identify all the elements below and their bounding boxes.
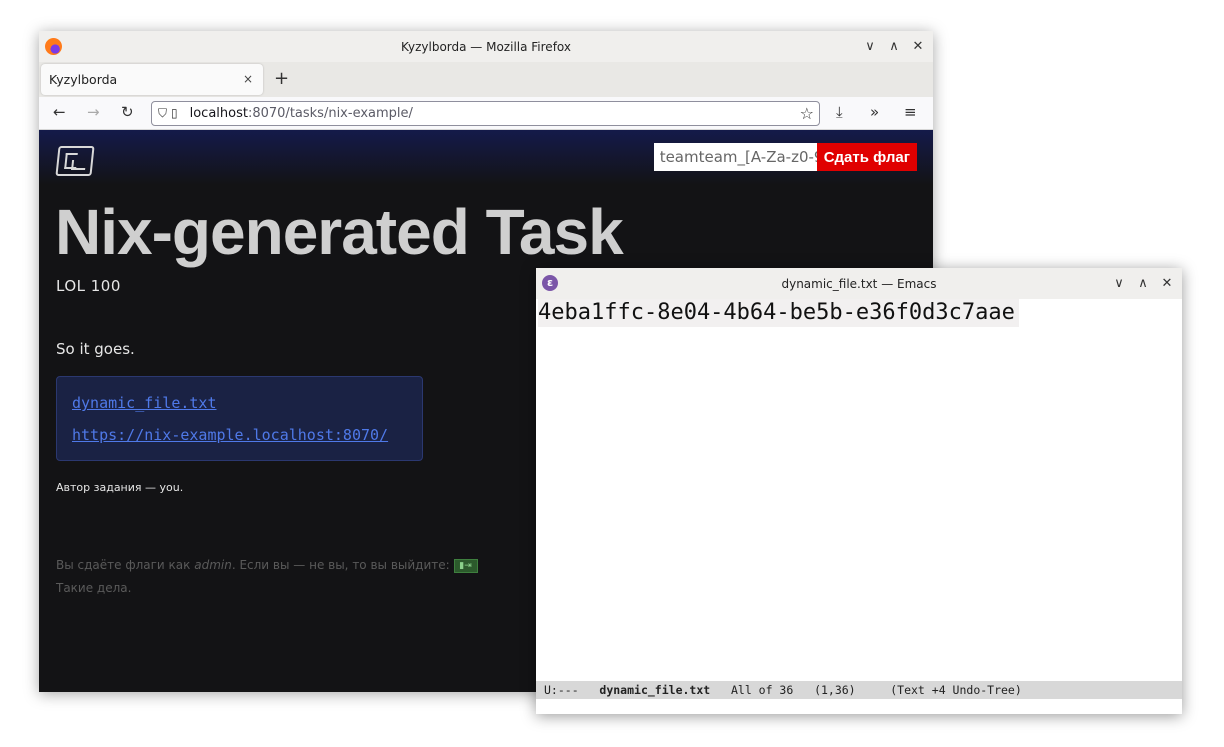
firefox-window-title: Kyzylborda — Mozilla Firefox <box>401 39 571 54</box>
logout-icon[interactable]: ▮⇥ <box>453 558 478 573</box>
menu-icon[interactable]: ≡ <box>904 103 917 121</box>
new-tab-button[interactable]: + <box>274 68 289 89</box>
emacs-modeline: U:--- dynamic_file.txt All of 36 (1,36) … <box>536 681 1182 699</box>
url-bar[interactable]: ⛉▯ localhost:8070/tasks/nix-example/ ☆ <box>151 101 820 126</box>
flag-form: Сдать флаг <box>653 143 917 171</box>
tab-bar: Kyzylborda × + <box>39 62 933 97</box>
footer-suffix: . Если вы — не вы, то вы выйдите: <box>231 558 450 572</box>
minimize-icon[interactable]: ∨ <box>1112 276 1126 291</box>
task-score: LOL 100 <box>56 277 121 295</box>
tab-kyzylborda[interactable]: Kyzylborda × <box>41 64 263 95</box>
modeline-cursor: (1,36) <box>814 683 856 697</box>
modeline-status: U:--- <box>544 683 579 697</box>
modeline-position: All of 36 <box>730 683 794 697</box>
task-author: Автор задания — you. <box>56 481 184 494</box>
emacs-buffer[interactable]: 4eba1ffc-8e04-4b64-be5b-e36f0d3c7aae <box>536 299 1182 681</box>
footer-login-info: Вы сдаёте флаги как admin. Если вы — не … <box>56 558 478 573</box>
emacs-window: ε dynamic_file.txt — Emacs ∨ ∧ ✕ 4eba1ff… <box>536 268 1182 714</box>
close-icon[interactable]: ✕ <box>1160 276 1174 291</box>
file-link-dynamic-file[interactable]: dynamic_file.txt <box>72 394 217 412</box>
tab-close-icon[interactable]: × <box>243 72 253 86</box>
close-icon[interactable]: ✕ <box>911 39 925 54</box>
emacs-window-title: dynamic_file.txt — Emacs <box>781 276 937 291</box>
flag-input[interactable] <box>653 143 817 171</box>
service-link[interactable]: https://nix-example.localhost:8070/ <box>72 426 388 444</box>
back-icon[interactable]: ← <box>53 103 66 121</box>
emacs-window-controls: ∨ ∧ ✕ <box>1112 268 1174 299</box>
submit-flag-button[interactable]: Сдать флаг <box>816 143 917 171</box>
task-description: So it goes. <box>56 340 135 358</box>
modeline-modes: (Text +4 Undo-Tree) <box>890 683 1022 697</box>
emacs-logo-icon: ε <box>542 275 558 291</box>
url-path: :8070/tasks/nix-example/ <box>247 106 413 121</box>
maximize-icon[interactable]: ∧ <box>887 39 901 54</box>
minimize-icon[interactable]: ∨ <box>863 39 877 54</box>
url-host: localhost <box>189 106 248 121</box>
maximize-icon[interactable]: ∧ <box>1136 276 1150 291</box>
site-logo[interactable] <box>55 146 95 176</box>
bookmark-star-icon[interactable]: ☆ <box>800 104 814 123</box>
firefox-titlebar[interactable]: Kyzylborda — Mozilla Firefox ∨ ∧ ✕ <box>39 31 933 62</box>
site-header: Сдать флаг <box>39 130 933 185</box>
navigation-bar: ← → ↻ ⛉▯ localhost:8070/tasks/nix-exampl… <box>39 97 933 130</box>
task-title: Nix-generated Task <box>55 196 624 268</box>
modeline-buffer-name: dynamic_file.txt <box>599 683 711 697</box>
shield-page-icon[interactable]: ⛉▯ <box>158 106 182 121</box>
footer-username: admin <box>194 558 232 572</box>
footer-prefix: Вы сдаёте флаги как <box>56 558 191 572</box>
emacs-titlebar[interactable]: ε dynamic_file.txt — Emacs ∨ ∧ ✕ <box>536 268 1182 299</box>
reload-icon[interactable]: ↻ <box>121 103 134 121</box>
download-icon[interactable]: ⤓ <box>836 103 843 121</box>
overflow-icon[interactable]: » <box>870 103 879 121</box>
emacs-echo-area <box>536 699 1182 714</box>
forward-icon[interactable]: → <box>87 103 100 121</box>
task-files-box: dynamic_file.txt https://nix-example.loc… <box>56 376 423 461</box>
footer-line2: Такие дела. <box>56 581 132 595</box>
firefox-window-controls: ∨ ∧ ✕ <box>863 31 925 62</box>
tab-label: Kyzylborda <box>49 72 118 87</box>
firefox-logo-icon <box>45 38 62 55</box>
buffer-line[interactable]: 4eba1ffc-8e04-4b64-be5b-e36f0d3c7aae <box>538 299 1019 327</box>
